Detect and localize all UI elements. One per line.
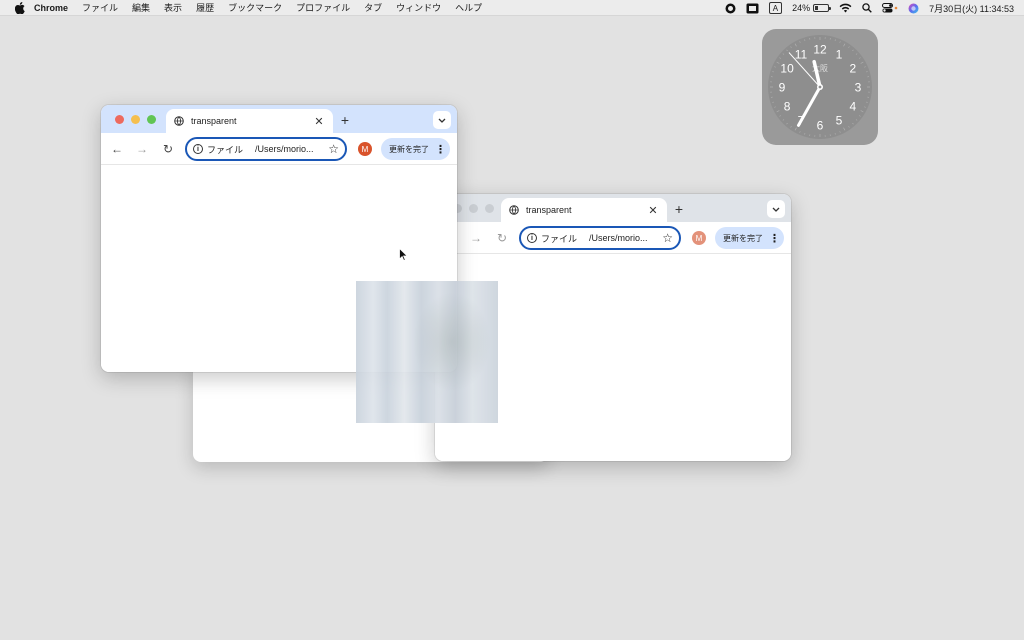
- mouse-cursor-icon: [399, 248, 408, 261]
- tab-title: transparent: [191, 116, 237, 126]
- update-button[interactable]: 更新を完了 ⋮: [715, 227, 784, 249]
- screen-share-icon[interactable]: [746, 2, 759, 14]
- clock-number: 4: [850, 100, 857, 114]
- address-bar[interactable]: i ファイル /Users/morio... ☆: [185, 137, 347, 161]
- tab-title: transparent: [526, 205, 572, 215]
- control-center-icon[interactable]: [882, 2, 898, 14]
- globe-icon: [174, 116, 184, 126]
- menu-bar: Chrome ファイル 編集 表示 履歴 ブックマーク プロファイル タブ ウィ…: [0, 0, 1024, 16]
- spotlight-search-icon[interactable]: [862, 2, 872, 14]
- menu-help[interactable]: ヘルプ: [455, 1, 482, 14]
- minimize-window-button[interactable]: [131, 115, 140, 124]
- record-icon[interactable]: [725, 2, 736, 14]
- menu-bookmarks[interactable]: ブックマーク: [228, 1, 282, 14]
- browser-toolbar: → ↻ i ファイル /Users/morio... ☆ M 更新を完了 ⋮: [435, 222, 791, 254]
- profile-avatar[interactable]: M: [692, 231, 706, 245]
- url-text: /Users/morio...: [589, 233, 648, 243]
- app-menu-chrome[interactable]: Chrome: [34, 3, 68, 13]
- battery-status[interactable]: 24%: [792, 3, 832, 13]
- globe-icon: [509, 205, 519, 215]
- zoom-window-button[interactable]: [485, 204, 494, 213]
- window-controls: [453, 204, 494, 213]
- forward-button[interactable]: →: [468, 230, 484, 246]
- clock-number: 12: [813, 43, 827, 57]
- kebab-menu-icon[interactable]: ⋮: [769, 232, 780, 245]
- menu-edit[interactable]: 編集: [132, 1, 150, 14]
- forward-button[interactable]: →: [134, 141, 150, 157]
- menu-view[interactable]: 表示: [164, 1, 182, 14]
- back-button[interactable]: ←: [109, 141, 125, 157]
- transparent-curtain-image: [356, 281, 498, 423]
- update-button-label: 更新を完了: [389, 144, 429, 154]
- clock-number: 1: [836, 48, 843, 62]
- siri-icon[interactable]: [908, 2, 919, 14]
- kebab-menu-icon[interactable]: ⋮: [435, 143, 446, 156]
- profile-avatar[interactable]: M: [358, 142, 372, 156]
- menu-history[interactable]: 履歴: [196, 1, 214, 14]
- zoom-window-button[interactable]: [147, 115, 156, 124]
- address-bar[interactable]: i ファイル /Users/morio... ☆: [519, 226, 681, 250]
- bookmark-star-icon[interactable]: ☆: [328, 142, 339, 156]
- tab-strip: transparent ✕ +: [435, 194, 791, 222]
- apple-menu-icon[interactable]: [14, 1, 26, 14]
- reload-button[interactable]: ↻: [494, 230, 510, 246]
- site-info-icon[interactable]: i: [193, 144, 203, 154]
- new-tab-button[interactable]: +: [671, 201, 687, 217]
- clock-number: 5: [836, 113, 843, 127]
- tab-strip: transparent ✕ +: [101, 105, 457, 133]
- tab-search-button[interactable]: [433, 111, 451, 129]
- browser-toolbar: ← → ↻ i ファイル /Users/morio... ☆ M 更新を完了 ⋮: [101, 133, 457, 165]
- menu-bar-clock[interactable]: 7月30日(火) 11:34:53: [929, 2, 1014, 15]
- battery-percent: 24%: [792, 3, 811, 13]
- menu-window[interactable]: ウィンドウ: [396, 1, 441, 14]
- window-controls: [115, 115, 156, 124]
- menu-tab[interactable]: タブ: [364, 1, 382, 14]
- url-text: /Users/morio...: [255, 144, 314, 154]
- new-tab-button[interactable]: +: [337, 112, 353, 128]
- clock-widget[interactable]: 121234567891011 大阪: [762, 29, 878, 145]
- minimize-window-button[interactable]: [469, 204, 478, 213]
- bookmark-star-icon[interactable]: ☆: [662, 231, 673, 245]
- menu-bar-extras: A 24% 7月30日(火) 11:34:53: [725, 0, 1014, 16]
- menu-file[interactable]: ファイル: [82, 1, 118, 14]
- update-button[interactable]: 更新を完了 ⋮: [381, 138, 450, 160]
- tab-transparent[interactable]: transparent ✕: [166, 109, 333, 133]
- scheme-chip: ファイル: [541, 233, 578, 244]
- reload-button[interactable]: ↻: [160, 141, 176, 157]
- analog-clock-face: 121234567891011 大阪: [768, 35, 872, 139]
- clock-number: 6: [817, 119, 824, 133]
- site-info-icon[interactable]: i: [527, 233, 537, 243]
- clock-number: 8: [784, 100, 791, 114]
- tab-transparent[interactable]: transparent ✕: [501, 198, 667, 222]
- clock-number: 9: [779, 81, 786, 95]
- battery-icon: [813, 4, 832, 12]
- clock-number: 2: [850, 62, 857, 76]
- clock-number: 10: [780, 62, 794, 76]
- close-window-button[interactable]: [115, 115, 124, 124]
- close-tab-icon[interactable]: ✕: [313, 115, 325, 128]
- chevron-down-icon: [438, 118, 446, 123]
- update-button-label: 更新を完了: [723, 233, 763, 243]
- clock-number: 3: [855, 81, 862, 95]
- close-tab-icon[interactable]: ✕: [647, 204, 659, 217]
- chevron-down-icon: [772, 207, 780, 212]
- tab-search-button[interactable]: [767, 200, 785, 218]
- menu-profiles[interactable]: プロファイル: [296, 1, 350, 14]
- input-source-icon[interactable]: A: [768, 2, 783, 14]
- wifi-icon[interactable]: [839, 2, 852, 14]
- scheme-chip: ファイル: [207, 144, 244, 155]
- clock-number: 11: [795, 48, 808, 62]
